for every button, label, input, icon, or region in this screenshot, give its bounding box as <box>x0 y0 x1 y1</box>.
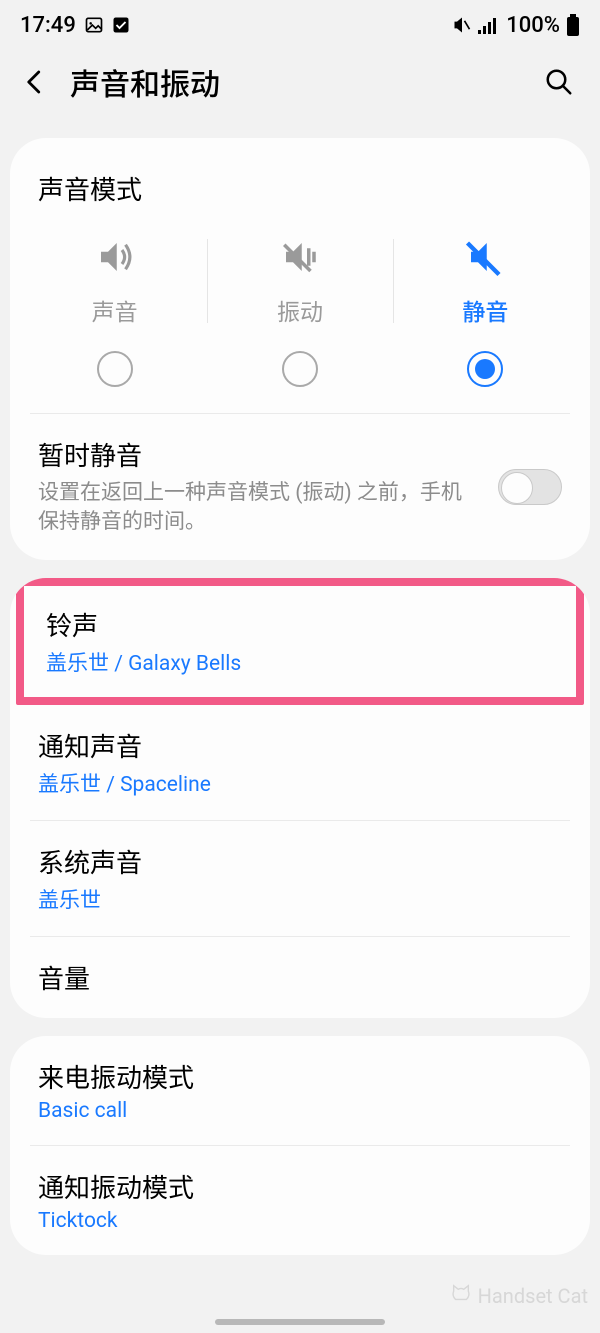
speaker-icon <box>94 235 136 279</box>
ringtone-highlight: 铃声 盖乐世 / Galaxy Bells <box>16 578 584 705</box>
mode-vibrate[interactable]: 振动 <box>207 235 392 413</box>
app-bar: 声音和振动 <box>0 42 600 118</box>
mode-vibrate-label: 振动 <box>277 293 323 327</box>
cat-icon <box>450 1282 472 1309</box>
ringtone-value: 盖乐世 / Galaxy Bells <box>46 647 554 677</box>
mode-mute-label: 静音 <box>462 293 508 327</box>
sound-mode-card: 声音模式 声音 振动 静音 暂时静音 设置在返回上一种 <box>10 138 590 560</box>
mode-mute[interactable]: 静音 <box>393 235 578 413</box>
image-icon <box>84 15 104 35</box>
notif-vibration-value: Ticktock <box>38 1209 562 1233</box>
temp-mute-row[interactable]: 暂时静音 设置在返回上一种声音模式 (振动) 之前，手机保持静音的时间。 <box>10 414 590 560</box>
battery-text: 100% <box>506 13 560 38</box>
check-icon <box>112 16 130 34</box>
call-vibration-row[interactable]: 来电振动模式 Basic call <box>10 1036 590 1145</box>
mode-mute-radio[interactable] <box>467 351 503 387</box>
watermark: Handset Cat <box>450 1282 588 1309</box>
status-bar: 17:49 100% <box>0 0 600 42</box>
volume-title: 音量 <box>38 959 562 996</box>
mode-sound-label: 声音 <box>92 293 138 327</box>
notification-sound-value: 盖乐世 / Spaceline <box>38 768 562 798</box>
mode-sound-radio[interactable] <box>97 351 133 387</box>
home-indicator[interactable] <box>215 1319 385 1325</box>
mute-mode-icon <box>464 235 506 279</box>
system-sound-value: 盖乐世 <box>38 884 562 914</box>
ringtone-row[interactable]: 铃声 盖乐世 / Galaxy Bells <box>24 586 576 697</box>
status-right: 100% <box>452 13 580 38</box>
ringtone-title: 铃声 <box>46 606 554 643</box>
vibration-card: 来电振动模式 Basic call 通知振动模式 Ticktock <box>10 1036 590 1255</box>
call-vibration-value: Basic call <box>38 1099 562 1123</box>
sound-mode-row: 声音 振动 静音 <box>10 225 590 413</box>
back-button[interactable] <box>14 61 56 103</box>
sounds-card: 铃声 盖乐世 / Galaxy Bells 通知声音 盖乐世 / Spaceli… <box>10 578 590 1018</box>
temp-mute-toggle[interactable] <box>498 469 562 505</box>
mode-vibrate-radio[interactable] <box>282 351 318 387</box>
battery-icon <box>566 14 580 36</box>
system-sound-title: 系统声音 <box>38 843 562 880</box>
page-title: 声音和振动 <box>70 60 524 104</box>
signal-icon <box>478 16 500 34</box>
watermark-text: Handset Cat <box>478 1284 588 1308</box>
volume-row[interactable]: 音量 <box>10 937 590 1018</box>
mode-sound[interactable]: 声音 <box>22 235 207 413</box>
system-sound-row[interactable]: 系统声音 盖乐世 <box>10 821 590 936</box>
notif-vibration-title: 通知振动模式 <box>38 1168 562 1205</box>
notif-vibration-row[interactable]: 通知振动模式 Ticktock <box>10 1146 590 1255</box>
vibrate-icon <box>279 235 321 279</box>
temp-mute-text: 暂时静音 设置在返回上一种声音模式 (振动) 之前，手机保持静音的时间。 <box>38 436 482 538</box>
temp-mute-title: 暂时静音 <box>38 436 482 473</box>
status-time: 17:49 <box>20 13 76 38</box>
call-vibration-title: 来电振动模式 <box>38 1058 562 1095</box>
temp-mute-desc: 设置在返回上一种声音模式 (振动) 之前，手机保持静音的时间。 <box>38 479 482 538</box>
notification-sound-title: 通知声音 <box>38 727 562 764</box>
search-button[interactable] <box>538 61 580 103</box>
sound-mode-title: 声音模式 <box>10 138 590 225</box>
status-left: 17:49 <box>20 13 130 38</box>
notification-sound-row[interactable]: 通知声音 盖乐世 / Spaceline <box>10 705 590 820</box>
mute-icon <box>452 15 472 35</box>
